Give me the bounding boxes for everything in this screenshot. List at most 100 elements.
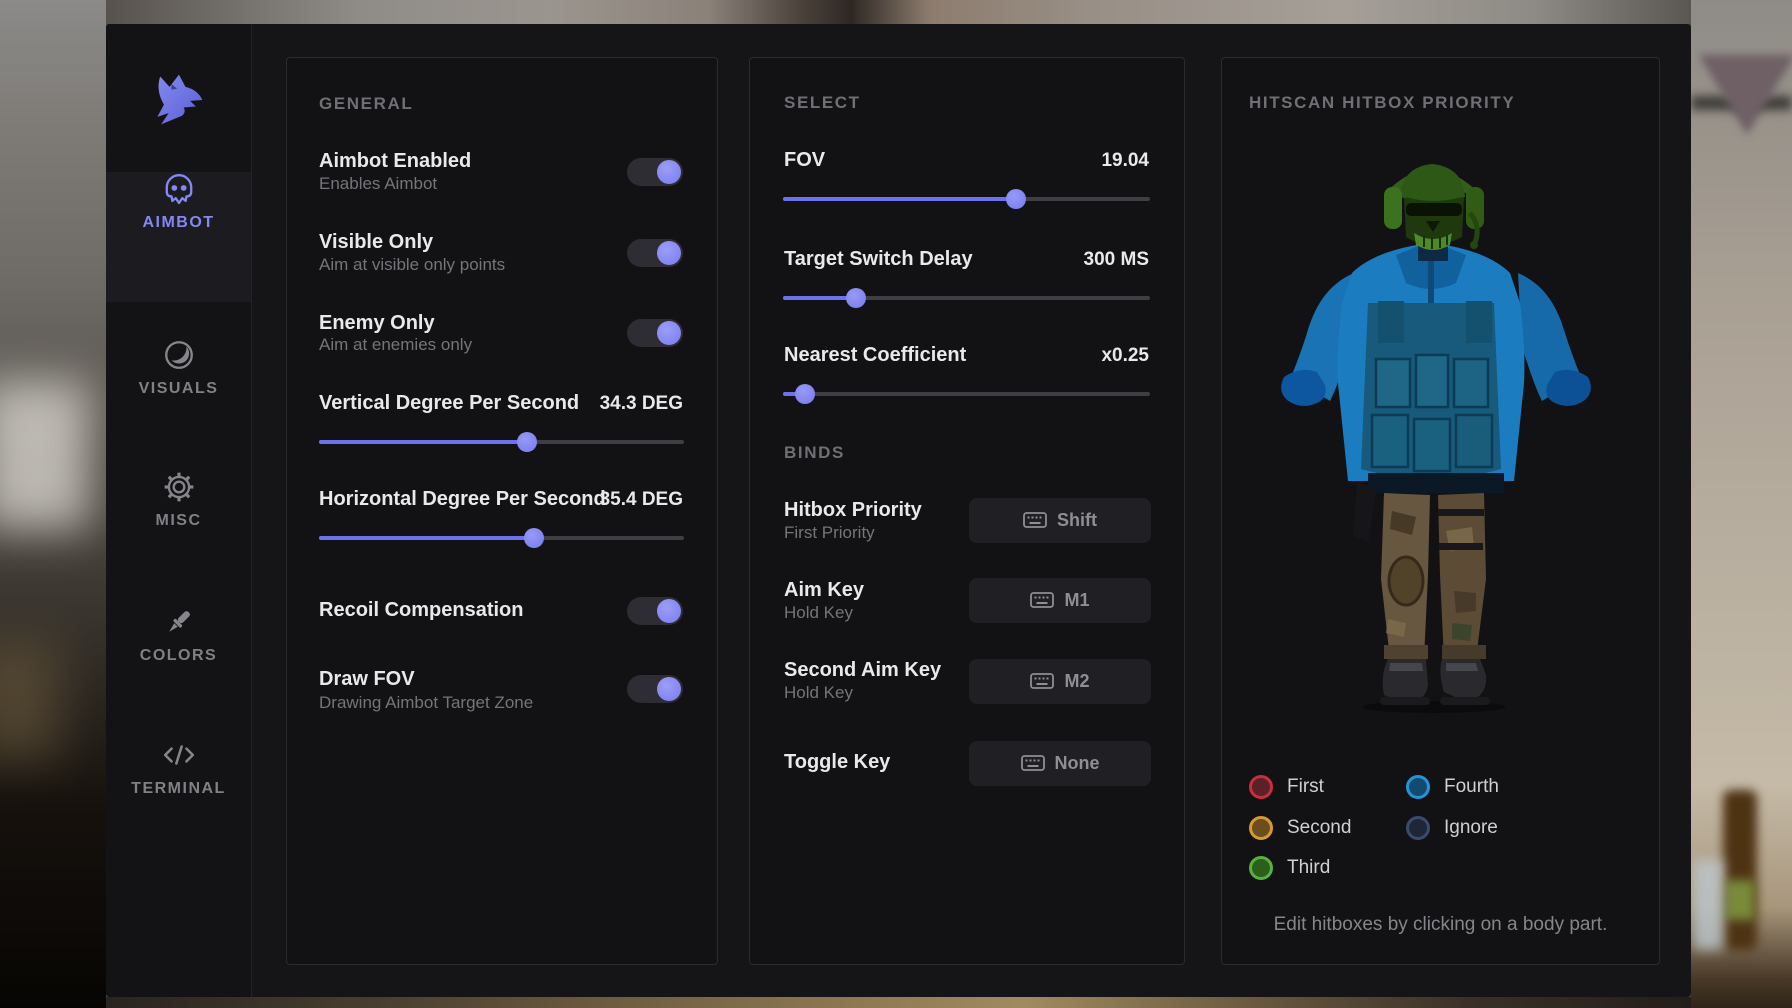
- bind-label: Second Aim Key: [784, 659, 941, 682]
- panel-title: SELECT: [784, 93, 861, 113]
- legend-item-second: Second: [1249, 816, 1351, 840]
- background-bottom: [106, 997, 1691, 1008]
- legend-item-ignore: Ignore: [1406, 816, 1498, 840]
- visuals-icon: [162, 338, 196, 372]
- sidebar-item-label: VISUALS: [106, 380, 251, 398]
- sidebar: AIMBOT VISUALS: [106, 24, 252, 997]
- priority-dot-first: [1249, 775, 1273, 799]
- bind-button-toggle-key[interactable]: None: [969, 741, 1151, 786]
- bind-button-hitbox-priority[interactable]: Shift: [969, 498, 1151, 543]
- hitbox-panel: HITSCAN HITBOX PRIORITY: [1221, 57, 1660, 965]
- toggle-knob: [657, 160, 681, 184]
- slider-nearest-coefficient[interactable]: [783, 384, 1150, 404]
- toggle-knob: [657, 599, 681, 623]
- sidebar-item-label: TERMINAL: [106, 780, 251, 798]
- bind-label: Toggle Key: [784, 751, 890, 774]
- setting-value: x0.25: [1101, 345, 1149, 367]
- background-left: [0, 0, 106, 1008]
- bind-button-aim-key[interactable]: M1: [969, 578, 1151, 623]
- toggle-aimbot-enabled[interactable]: [627, 158, 683, 186]
- toggle-knob: [657, 241, 681, 265]
- setting-desc: Enables Aimbot: [319, 174, 437, 194]
- slider-fill: [319, 536, 534, 540]
- bind-desc: Hold Key: [784, 683, 853, 703]
- bind-key: None: [1055, 753, 1100, 774]
- setting-value: 300 MS: [1084, 249, 1149, 271]
- panel-title: HITSCAN HITBOX PRIORITY: [1249, 93, 1515, 113]
- bind-key: M1: [1064, 590, 1089, 611]
- background-top: [106, 0, 1691, 24]
- slider-knob[interactable]: [846, 288, 866, 308]
- game-screen: AIMBOT VISUALS: [0, 0, 1792, 1008]
- slider-knob[interactable]: [517, 432, 537, 452]
- slider-knob[interactable]: [524, 528, 544, 548]
- legend-label: Third: [1287, 857, 1330, 879]
- bind-desc: Hold Key: [784, 603, 853, 623]
- keyboard-icon: [1030, 672, 1054, 691]
- keyboard-icon: [1021, 754, 1045, 773]
- toggle-knob: [657, 677, 681, 701]
- sidebar-item-colors[interactable]: COLORS: [106, 605, 251, 665]
- slider-knob[interactable]: [1006, 189, 1026, 209]
- setting-value: 34.3 DEG: [600, 393, 683, 415]
- setting-label: Recoil Compensation: [319, 599, 523, 622]
- toggle-visible-only[interactable]: [627, 239, 683, 267]
- setting-label: Target Switch Delay: [784, 248, 973, 271]
- model-torso[interactable]: [1338, 241, 1525, 493]
- bind-button-second-aim-key[interactable]: M2: [969, 659, 1151, 704]
- slider-vertical-dps[interactable]: [319, 432, 684, 452]
- gear-icon: [162, 470, 196, 504]
- legend-label: Ignore: [1444, 817, 1498, 839]
- legend-item-third: Third: [1249, 856, 1330, 880]
- setting-value: 19.04: [1101, 150, 1149, 172]
- priority-dot-fourth: [1406, 775, 1430, 799]
- eyedropper-icon: [162, 605, 196, 639]
- toggle-draw-fov[interactable]: [627, 675, 683, 703]
- setting-desc: Aim at visible only points: [319, 255, 505, 275]
- slider-target-switch-delay[interactable]: [783, 288, 1150, 308]
- binds-title: BINDS: [784, 443, 845, 463]
- priority-dot-third: [1249, 856, 1273, 880]
- slider-fov[interactable]: [783, 189, 1150, 209]
- slider-fill: [783, 296, 856, 300]
- setting-value: 35.4 DEG: [600, 489, 683, 511]
- toggle-enemy-only[interactable]: [627, 319, 683, 347]
- app-logo: [106, 24, 251, 173]
- model-head[interactable]: [1384, 164, 1484, 261]
- setting-label: Horizontal Degree Per Second: [319, 488, 606, 511]
- sidebar-item-misc[interactable]: MISC: [106, 470, 251, 530]
- setting-label: Aimbot Enabled: [319, 150, 471, 173]
- sidebar-item-visuals[interactable]: VISUALS: [106, 338, 251, 398]
- legend-label: Fourth: [1444, 776, 1499, 798]
- slider-track: [783, 392, 1150, 396]
- hitbox-instructions: Edit hitboxes by clicking on a body part…: [1222, 914, 1659, 936]
- bind-key: Shift: [1057, 510, 1097, 531]
- slider-horizontal-dps[interactable]: [319, 528, 684, 548]
- sidebar-item-terminal[interactable]: TERMINAL: [106, 738, 251, 798]
- sidebar-item-label: COLORS: [106, 647, 251, 665]
- character-model: [1276, 151, 1596, 713]
- skull-icon: [162, 172, 196, 206]
- select-panel: SELECT FOV 19.04 Target Switch Delay 300…: [749, 57, 1185, 965]
- setting-label: Vertical Degree Per Second: [319, 392, 579, 415]
- bind-label: Aim Key: [784, 579, 864, 602]
- keyboard-icon: [1030, 591, 1054, 610]
- bind-label: Hitbox Priority: [784, 499, 922, 522]
- setting-label: Nearest Coefficient: [784, 344, 966, 367]
- slider-fill: [319, 440, 527, 444]
- legend-label: Second: [1287, 817, 1351, 839]
- priority-dot-second: [1249, 816, 1273, 840]
- slider-knob[interactable]: [795, 384, 815, 404]
- sidebar-item-aimbot[interactable]: AIMBOT: [106, 172, 251, 302]
- panel-title: GENERAL: [319, 94, 413, 114]
- setting-label: FOV: [784, 149, 825, 172]
- sidebar-item-label: AIMBOT: [106, 214, 251, 232]
- slider-fill: [783, 197, 1016, 201]
- toggle-recoil-compensation[interactable]: [627, 597, 683, 625]
- toggle-knob: [657, 321, 681, 345]
- wolf-logo-icon: [148, 69, 208, 129]
- background-right: [1691, 0, 1792, 1008]
- bind-key: M2: [1064, 671, 1089, 692]
- model-legs[interactable]: [1351, 482, 1490, 705]
- bind-desc: First Priority: [784, 523, 875, 543]
